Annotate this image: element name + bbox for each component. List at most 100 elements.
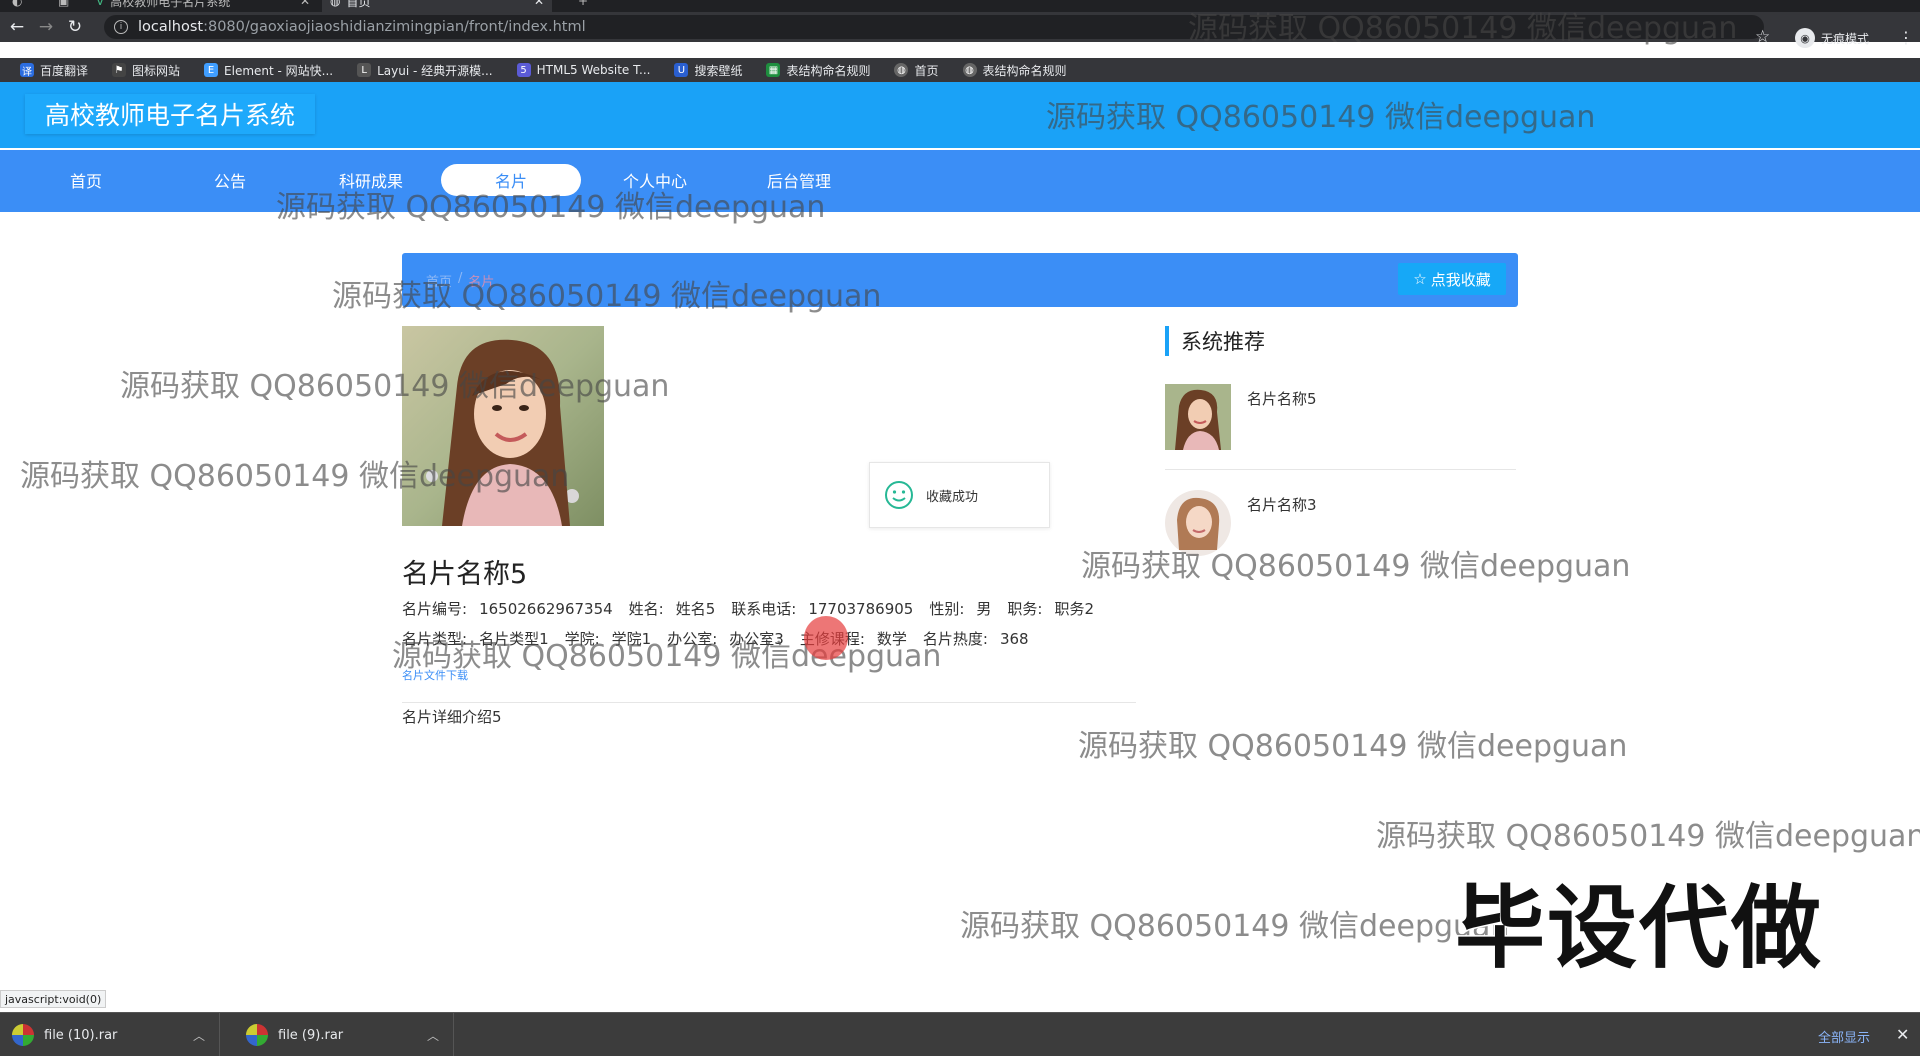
tab-label: 首页 <box>346 0 371 9</box>
bookmark-item[interactable]: U 搜索壁纸 <box>664 62 752 79</box>
tab-label: 高校教师电子名片系统 <box>110 0 231 9</box>
bookmark-item[interactable]: 5 HTML5 Website T... <box>507 63 661 77</box>
card-photo <box>402 326 604 526</box>
card-file-download-link[interactable]: 名片文件下载 <box>402 667 468 683</box>
meta-card-type: 名片类型: 名片类型1 <box>402 628 549 649</box>
meta-value: 368 <box>999 630 1029 648</box>
downloads-bar: file (10).rar ︿ file (9).rar ︿ 全部显示 ✕ <box>0 1012 1920 1056</box>
sheet-icon: ▦ <box>766 63 781 77</box>
tab-system[interactable]: V 高校教师电子名片系统 ✕ <box>88 0 318 12</box>
incognito-icon: ◉ <box>1795 28 1815 48</box>
bookmarks-bar: 译百度翻译 ⚑ 图标网站 E Element - 网站快... L Layui - 经… <box>0 58 1920 82</box>
url-input[interactable]: i localhost:8080/gaoxiaojiaoshidianzimin… <box>104 15 1764 39</box>
recommend-thumbnail[interactable] <box>1165 490 1231 556</box>
meta-popularity: 名片热度: 368 <box>923 628 1029 649</box>
bookmark-item[interactable]: ◍ 表结构命名规则 <box>953 62 1077 79</box>
meta-value: 姓名5 <box>675 600 716 618</box>
meta-label: 姓名: <box>628 600 664 618</box>
bookmark-item[interactable]: ▦ 表结构命名规则 <box>756 62 880 79</box>
nav-cards[interactable]: 名片 <box>441 164 581 196</box>
close-icon[interactable]: ✕ <box>1896 1025 1909 1044</box>
bookmark-label: Layui - 经典开源模... <box>377 63 493 78</box>
meta-value: 名片类型1 <box>479 630 549 648</box>
meta-name: 姓名: 姓名5 <box>629 598 716 619</box>
success-toast: 收藏成功 <box>869 462 1050 528</box>
meta-gender: 性别: 男 <box>929 598 991 619</box>
meta-value: 办公室3 <box>729 630 784 648</box>
meta-card-number: 名片编号: 16502662967354 <box>402 598 613 619</box>
breadcrumb: 首页 / 名片 ☆ 点我收藏 <box>402 253 1518 307</box>
bookmark-label: 搜索壁纸 <box>694 63 743 78</box>
tab-home[interactable]: ◍ 首页 ✕ <box>322 0 552 12</box>
new-tab-button[interactable]: + <box>570 0 600 12</box>
recommend-title: 系统推荐 <box>1165 326 1265 356</box>
favorite-button[interactable]: ☆ 点我收藏 <box>1398 263 1506 295</box>
nav-admin[interactable]: 后台管理 <box>729 164 869 196</box>
chevron-up-icon[interactable]: ︿ <box>193 1027 205 1044</box>
card-title: 名片名称5 <box>402 559 528 590</box>
breadcrumb-home[interactable]: 首页 <box>426 271 452 290</box>
close-tab-icon[interactable]: ✕ <box>300 0 310 8</box>
nav-announcements[interactable]: 公告 <box>160 164 300 196</box>
meta-value: 职务2 <box>1054 600 1095 618</box>
chevron-up-icon[interactable]: ︿ <box>427 1027 439 1044</box>
bookmark-item[interactable]: ◍ 首页 <box>884 62 948 79</box>
nav-personal-center[interactable]: 个人中心 <box>585 164 725 196</box>
divider <box>402 702 1136 703</box>
nav-research[interactable]: 科研成果 <box>301 164 441 196</box>
close-tab-icon[interactable]: ✕ <box>534 0 544 8</box>
forward-icon[interactable]: → <box>34 15 58 39</box>
cursor-highlight <box>804 616 848 660</box>
bookmark-label: Element - 网站快... <box>224 63 334 78</box>
bookmark-star-icon[interactable]: ☆ <box>1755 27 1770 47</box>
link-status-bar: javascript:void(0) <box>0 990 107 1008</box>
browser-menu-icon[interactable]: ◐ <box>4 0 34 12</box>
bookmark-label: 图标网站 <box>132 63 181 78</box>
watermark-text: 源码获取 QQ86050149 微信deepguan <box>960 909 1510 944</box>
nav-home[interactable]: 首页 <box>16 164 156 196</box>
meta-position: 职务: 职务2 <box>1007 598 1094 619</box>
incognito-profile[interactable]: ◉ 无痕模式 <box>1795 28 1869 48</box>
rar-file-icon <box>246 1024 268 1046</box>
promo-watermark: 毕设代做 <box>1454 875 1823 983</box>
watermark-text: 源码获取 QQ86050149 微信deepguan <box>1078 729 1628 764</box>
meta-label: 职务: <box>1007 600 1043 618</box>
download-item[interactable]: file (10).rar ︿ <box>0 1013 220 1056</box>
smile-icon <box>885 481 913 509</box>
bookmark-item[interactable]: ⚑ 图标网站 <box>102 62 190 79</box>
recommend-item[interactable]: 名片名称5 <box>1165 384 1516 450</box>
meta-value: 16502662967354 <box>479 600 613 618</box>
element-icon: E <box>204 63 219 77</box>
meta-label: 名片热度: <box>922 630 988 648</box>
divider <box>1165 469 1516 470</box>
reload-icon[interactable]: ↻ <box>63 15 87 39</box>
toast-message: 收藏成功 <box>926 489 979 505</box>
globe-icon: ◍ <box>330 0 341 8</box>
back-icon[interactable]: ← <box>5 15 29 39</box>
rar-file-icon <box>12 1024 34 1046</box>
show-all-downloads-link[interactable]: 全部显示 <box>1818 1027 1870 1046</box>
recommend-name[interactable]: 名片名称3 <box>1247 494 1317 515</box>
more-menu-icon[interactable]: ⋮ <box>1898 28 1914 47</box>
card-meta-row: 名片类型:名片类型1 学院:学院1 办公室:办公室3 主修课程:数学 名片热度:… <box>402 628 1029 649</box>
bookmark-item[interactable]: L Layui - 经典开源模... <box>347 62 502 79</box>
bookmark-label: 百度翻译 <box>40 63 89 78</box>
recommend-name[interactable]: 名片名称5 <box>1247 388 1317 409</box>
recommend-thumbnail[interactable] <box>1165 384 1231 450</box>
meta-value: 数学 <box>876 630 907 648</box>
bookmark-item[interactable]: 译百度翻译 <box>10 62 98 79</box>
download-item[interactable]: file (9).rar ︿ <box>234 1013 454 1056</box>
html5-icon: 5 <box>516 63 531 77</box>
recommend-item[interactable]: 名片名称3 <box>1165 490 1516 556</box>
flag-icon: ⚑ <box>112 63 127 77</box>
globe-icon: ◍ <box>962 63 977 77</box>
meta-label: 学院: <box>564 630 600 648</box>
breadcrumb-separator: / <box>458 271 463 286</box>
meta-label: 联系电话: <box>731 600 797 618</box>
info-icon[interactable]: i <box>114 20 128 34</box>
bookmark-item[interactable]: E Element - 网站快... <box>194 62 343 79</box>
url-host: localhost <box>138 19 204 35</box>
tab-search-icon[interactable]: ▣ <box>50 0 78 12</box>
address-bar: ← → ↻ i localhost:8080/gaoxiaojiaoshidia… <box>0 12 1920 48</box>
download-file-name: file (9).rar <box>278 1027 344 1043</box>
